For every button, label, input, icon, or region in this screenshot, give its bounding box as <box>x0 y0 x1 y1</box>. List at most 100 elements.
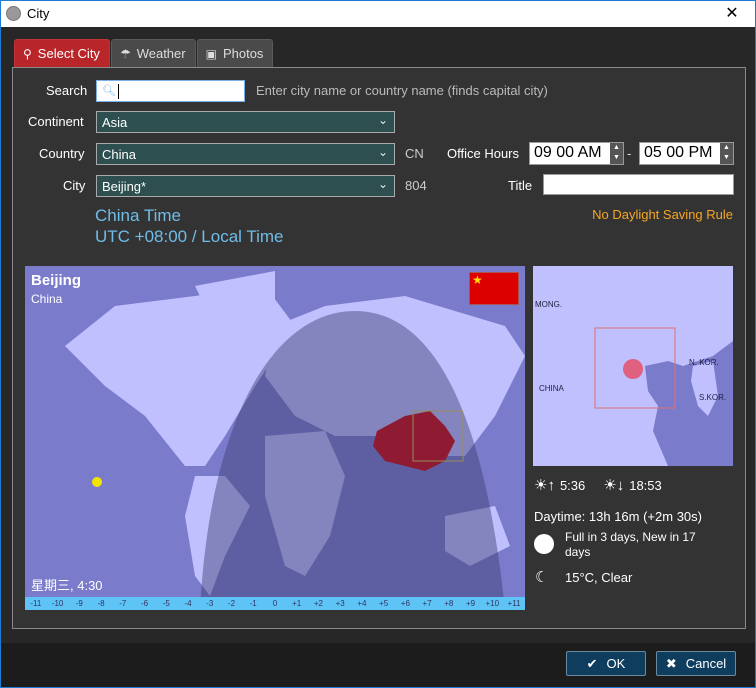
office-end-time[interactable]: 05 00 PM ▲ ▼ <box>639 142 734 165</box>
world-map-graphic <box>65 271 525 610</box>
timezone-offset: UTC +08:00 / Local Time <box>95 227 284 246</box>
search-input[interactable]: 🔍︎ <box>96 80 245 102</box>
timezone-tick: -9 <box>75 599 83 608</box>
sun-times: ☀↑ 5:36 ☀↓ 18:53 <box>534 476 662 494</box>
office-start-time[interactable]: 09 00 AM ▲ ▼ <box>529 142 624 165</box>
x-icon: ✖ <box>665 655 677 671</box>
mini-map[interactable]: MONG. CHINA N. KOR. S.KOR. <box>533 266 733 466</box>
office-hours-separator: - <box>627 146 632 161</box>
timezone-tick: +1 <box>292 599 302 608</box>
sunset-time: 18:53 <box>629 477 662 493</box>
text-caret <box>118 84 119 99</box>
timezone-tick: +2 <box>313 599 323 608</box>
world-map[interactable]: Beijing China ★ 星期三, 4:30 -11 -10 -9 -8 -7 -6… <box>25 266 525 610</box>
chevron-down-icon: ⌄ <box>377 145 388 159</box>
office-end-value: 05 00 PM <box>644 144 713 161</box>
time-spinner-buttons[interactable]: ▲ ▼ <box>720 143 733 164</box>
country-value: China <box>102 147 136 162</box>
search-icon: 🔍︎ <box>102 85 116 97</box>
title-label: Title <box>508 178 533 193</box>
city-marker <box>623 359 643 379</box>
timezone-tick: -6 <box>140 599 149 608</box>
timezone-tick: +9 <box>465 599 476 608</box>
city-dialog: City ✕ ⚲ Select City ☂ Weather ▣ Photos … <box>0 0 756 688</box>
time-spinner-buttons[interactable]: ▲ ▼ <box>610 143 623 164</box>
country-select[interactable]: China ⌄ <box>96 143 395 165</box>
dialog-body: ⚲ Select City ☂ Weather ▣ Photos Search … <box>1 27 755 643</box>
dst-note: No Daylight Saving Rule <box>592 207 733 222</box>
cancel-label: Cancel <box>685 656 727 671</box>
weather-summary: 15°C, Clear <box>565 570 633 585</box>
timezone-tick: -4 <box>184 599 192 608</box>
timezone-bar: -11 -10 -9 -8 -7 -6 -5 -4 -3 -2 -1 0 +1 +2 +3 +4 +5 +6 +7 +… <box>25 597 525 610</box>
timezone-tick: +8 <box>444 599 454 608</box>
window-title: City <box>27 6 50 21</box>
country-code: CN <box>405 146 424 161</box>
timezone-tick: +6 <box>400 599 410 608</box>
ok-button[interactable]: ✔ OK <box>566 651 646 676</box>
city-code: 804 <box>405 178 427 193</box>
office-start-value: 09 00 AM <box>534 144 602 161</box>
sun-position <box>92 477 102 487</box>
timezone-name: China Time <box>95 206 181 225</box>
office-hours-label: Office Hours <box>447 146 520 161</box>
app-icon <box>6 6 21 21</box>
city-value: Beijing* <box>102 179 147 194</box>
clear-night-icon: ☾ <box>535 569 549 586</box>
tab-label: Select City <box>37 46 100 61</box>
map-city-name: Beijing <box>31 272 82 289</box>
timezone-tick: -5 <box>162 599 170 608</box>
cancel-button[interactable]: ✖ Cancel <box>656 651 736 676</box>
map-label: S.KOR. <box>699 393 727 402</box>
continent-select[interactable]: Asia ⌄ <box>96 111 395 133</box>
select-city-panel: Search 🔍︎ Enter city name or country nam… <box>12 67 746 629</box>
country-label: Country <box>39 146 85 161</box>
sunrise-icon: ☀↑ <box>534 477 555 494</box>
camera-icon: ▣ <box>205 46 217 61</box>
sunset-icon: ☀↓ <box>603 477 625 494</box>
tab-label: Weather <box>136 46 186 61</box>
map-label: MONG. <box>535 300 563 309</box>
check-icon: ✔ <box>586 655 598 671</box>
timezone-tick: +3 <box>335 599 345 608</box>
map-label: CHINA <box>539 384 564 393</box>
continent-label: Continent <box>28 114 84 129</box>
pin-icon: ⚲ <box>23 46 32 61</box>
map-local-time: 星期三, 4:30 <box>31 578 103 593</box>
umbrella-icon: ☂ <box>119 46 131 61</box>
timezone-tick: +10 <box>485 599 500 608</box>
tab-weather[interactable]: ☂ Weather <box>110 39 196 67</box>
title-input[interactable] <box>543 174 734 195</box>
timezone-tick: +7 <box>422 599 432 608</box>
tab-label: Photos <box>222 46 264 61</box>
continent-value: Asia <box>102 115 128 130</box>
timezone-tick: 0 <box>272 599 278 608</box>
tab-bar: ⚲ Select City ☂ Weather ▣ Photos <box>14 39 274 67</box>
chevron-down-icon: ⌄ <box>377 177 388 191</box>
moon-phase-icon <box>534 534 554 554</box>
tab-select-city[interactable]: ⚲ Select City <box>14 39 110 67</box>
title-bar: City ✕ <box>1 1 755 27</box>
moon-phase-text: Full in 3 days, New in 17 days <box>565 530 696 559</box>
timezone-tick: +5 <box>379 599 389 608</box>
timezone-tick: -10 <box>51 599 64 608</box>
star-icon: ★ <box>472 273 483 287</box>
timezone-tick: +4 <box>357 599 367 608</box>
daytime-length: Daytime: 13h 16m (+2m 30s) <box>534 509 702 524</box>
timezone-tick: -1 <box>249 599 257 608</box>
map-country-name: China <box>31 292 63 306</box>
timezone-tick: +11 <box>507 599 521 608</box>
timezone-tick: -8 <box>97 599 105 608</box>
timezone-tick: -2 <box>227 599 236 608</box>
timezone-tick: -11 <box>30 599 42 608</box>
city-select[interactable]: Beijing* ⌄ <box>96 175 395 197</box>
map-label: N. KOR. <box>689 358 719 367</box>
tab-photos[interactable]: ▣ Photos <box>196 39 274 67</box>
ok-label: OK <box>606 656 626 671</box>
chevron-down-icon: ⌄ <box>377 113 388 127</box>
close-icon[interactable]: ✕ <box>717 3 747 25</box>
timezone-tick: -3 <box>206 599 214 608</box>
timezone-tick: -7 <box>119 599 127 608</box>
city-label: City <box>63 178 86 193</box>
search-hint: Enter city name or country name (finds c… <box>256 83 548 98</box>
